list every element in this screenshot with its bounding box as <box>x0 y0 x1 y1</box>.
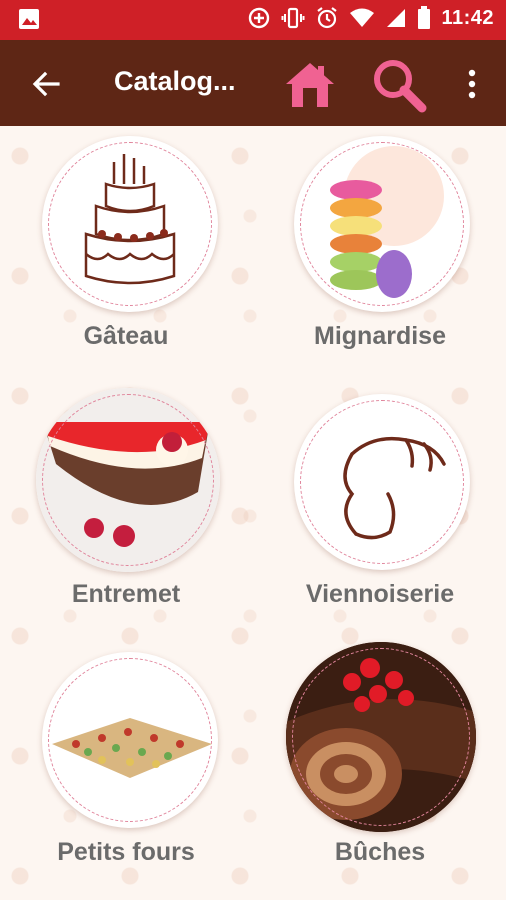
back-arrow-icon[interactable] <box>28 66 64 102</box>
macaron-stack-image <box>294 136 470 312</box>
home-icon[interactable] <box>284 60 336 110</box>
category-label: Viennoiserie <box>305 580 455 608</box>
category-label: Entremet <box>71 580 181 608</box>
category-label: Petits fours <box>57 838 195 866</box>
vibrate-icon <box>281 6 305 30</box>
battery-icon <box>417 6 431 30</box>
chocolate-log-image <box>286 642 476 832</box>
raspberry-cake-image <box>36 388 220 572</box>
svg-text:R: R <box>366 21 372 29</box>
app-bar: Catalog... <box>0 40 506 126</box>
alarm-icon <box>315 6 339 30</box>
category-label: Bûches <box>334 838 426 866</box>
image-icon <box>18 8 40 30</box>
search-icon[interactable] <box>370 56 428 114</box>
status-bar: R 11:42 <box>0 0 506 40</box>
page-title: Catalog... <box>114 66 236 96</box>
status-time: 11:42 <box>441 6 494 29</box>
wifi-icon: R <box>349 7 375 29</box>
birthday-cake-image <box>42 136 218 312</box>
more-vert-icon[interactable] <box>460 66 484 102</box>
add-circle-icon <box>247 6 271 30</box>
petits-fours-image <box>42 652 218 828</box>
category-grid: Gâteau Mignardise Entremet Viennoiserie … <box>0 126 506 900</box>
signal-icon <box>385 7 407 29</box>
category-label: Gâteau <box>83 322 169 350</box>
croissant-image <box>294 394 470 570</box>
category-label: Mignardise <box>314 322 446 350</box>
